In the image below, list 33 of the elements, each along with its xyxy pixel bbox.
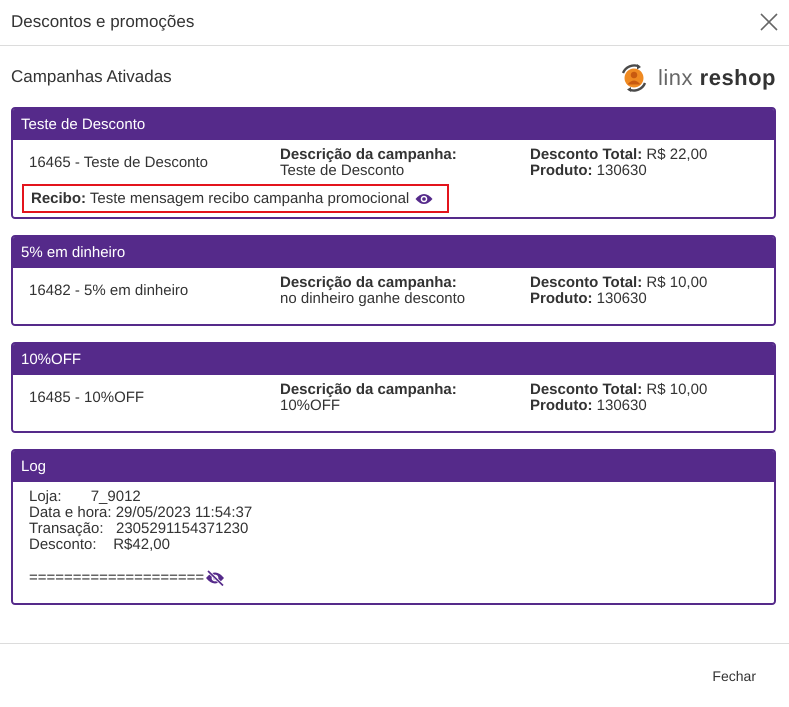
card-title: 5% em dinheiro (21, 244, 126, 261)
log-line: Data e hora: 29/05/2023 11:54:37 (29, 505, 252, 521)
dialog-title: Descontos e promoções (11, 12, 194, 32)
receipt-text: Recibo: Teste mensagem recibo campanha promocional (31, 190, 410, 207)
description-text: Teste de Desconto (280, 163, 404, 179)
section-title: Campanhas Ativadas (11, 66, 172, 86)
description-label: Descrição da campanha: (280, 382, 457, 398)
description-label: Descrição da campanha: (280, 147, 457, 163)
eye-icon[interactable] (415, 192, 434, 204)
close-button[interactable] (760, 12, 778, 30)
campaign-name: 16482 - 5% em dinheiro (29, 283, 190, 299)
product-code: Produto: 130630 (530, 291, 647, 307)
discount-total: Desconto Total: R$ 10,00 (530, 275, 708, 291)
campaign-name: 16465 - Teste de Desconto (29, 155, 210, 171)
description-text: 10%OFF (280, 398, 340, 414)
discount-total: Desconto Total: R$ 22,00 (530, 147, 708, 163)
campaign-name: 16485 - 10%OFF (29, 390, 146, 406)
close-dialog-button[interactable]: Fechar (704, 662, 764, 690)
product-code: Produto: 130630 (530, 163, 647, 179)
log-line: Loja: 7_9012 (29, 489, 141, 505)
discount-total: Desconto Total: R$ 10,00 (530, 382, 708, 398)
close-icon (760, 12, 778, 30)
log-separator: ==================== (29, 570, 204, 586)
logo-text: linx reshop (658, 64, 776, 90)
product-code: Produto: 130630 (530, 398, 647, 414)
log-line: Transação: 2305291154371230 (29, 521, 248, 537)
description-text: no dinheiro ganhe desconto (280, 291, 466, 307)
card-title: Log (21, 458, 46, 475)
card-title: 10%OFF (21, 351, 82, 368)
description-label: Descrição da campanha: (280, 275, 457, 291)
log-line: Desconto: R$42,00 (29, 537, 170, 553)
eye-slash-icon[interactable] (205, 570, 226, 586)
card-title: Teste de Desconto (21, 116, 146, 133)
